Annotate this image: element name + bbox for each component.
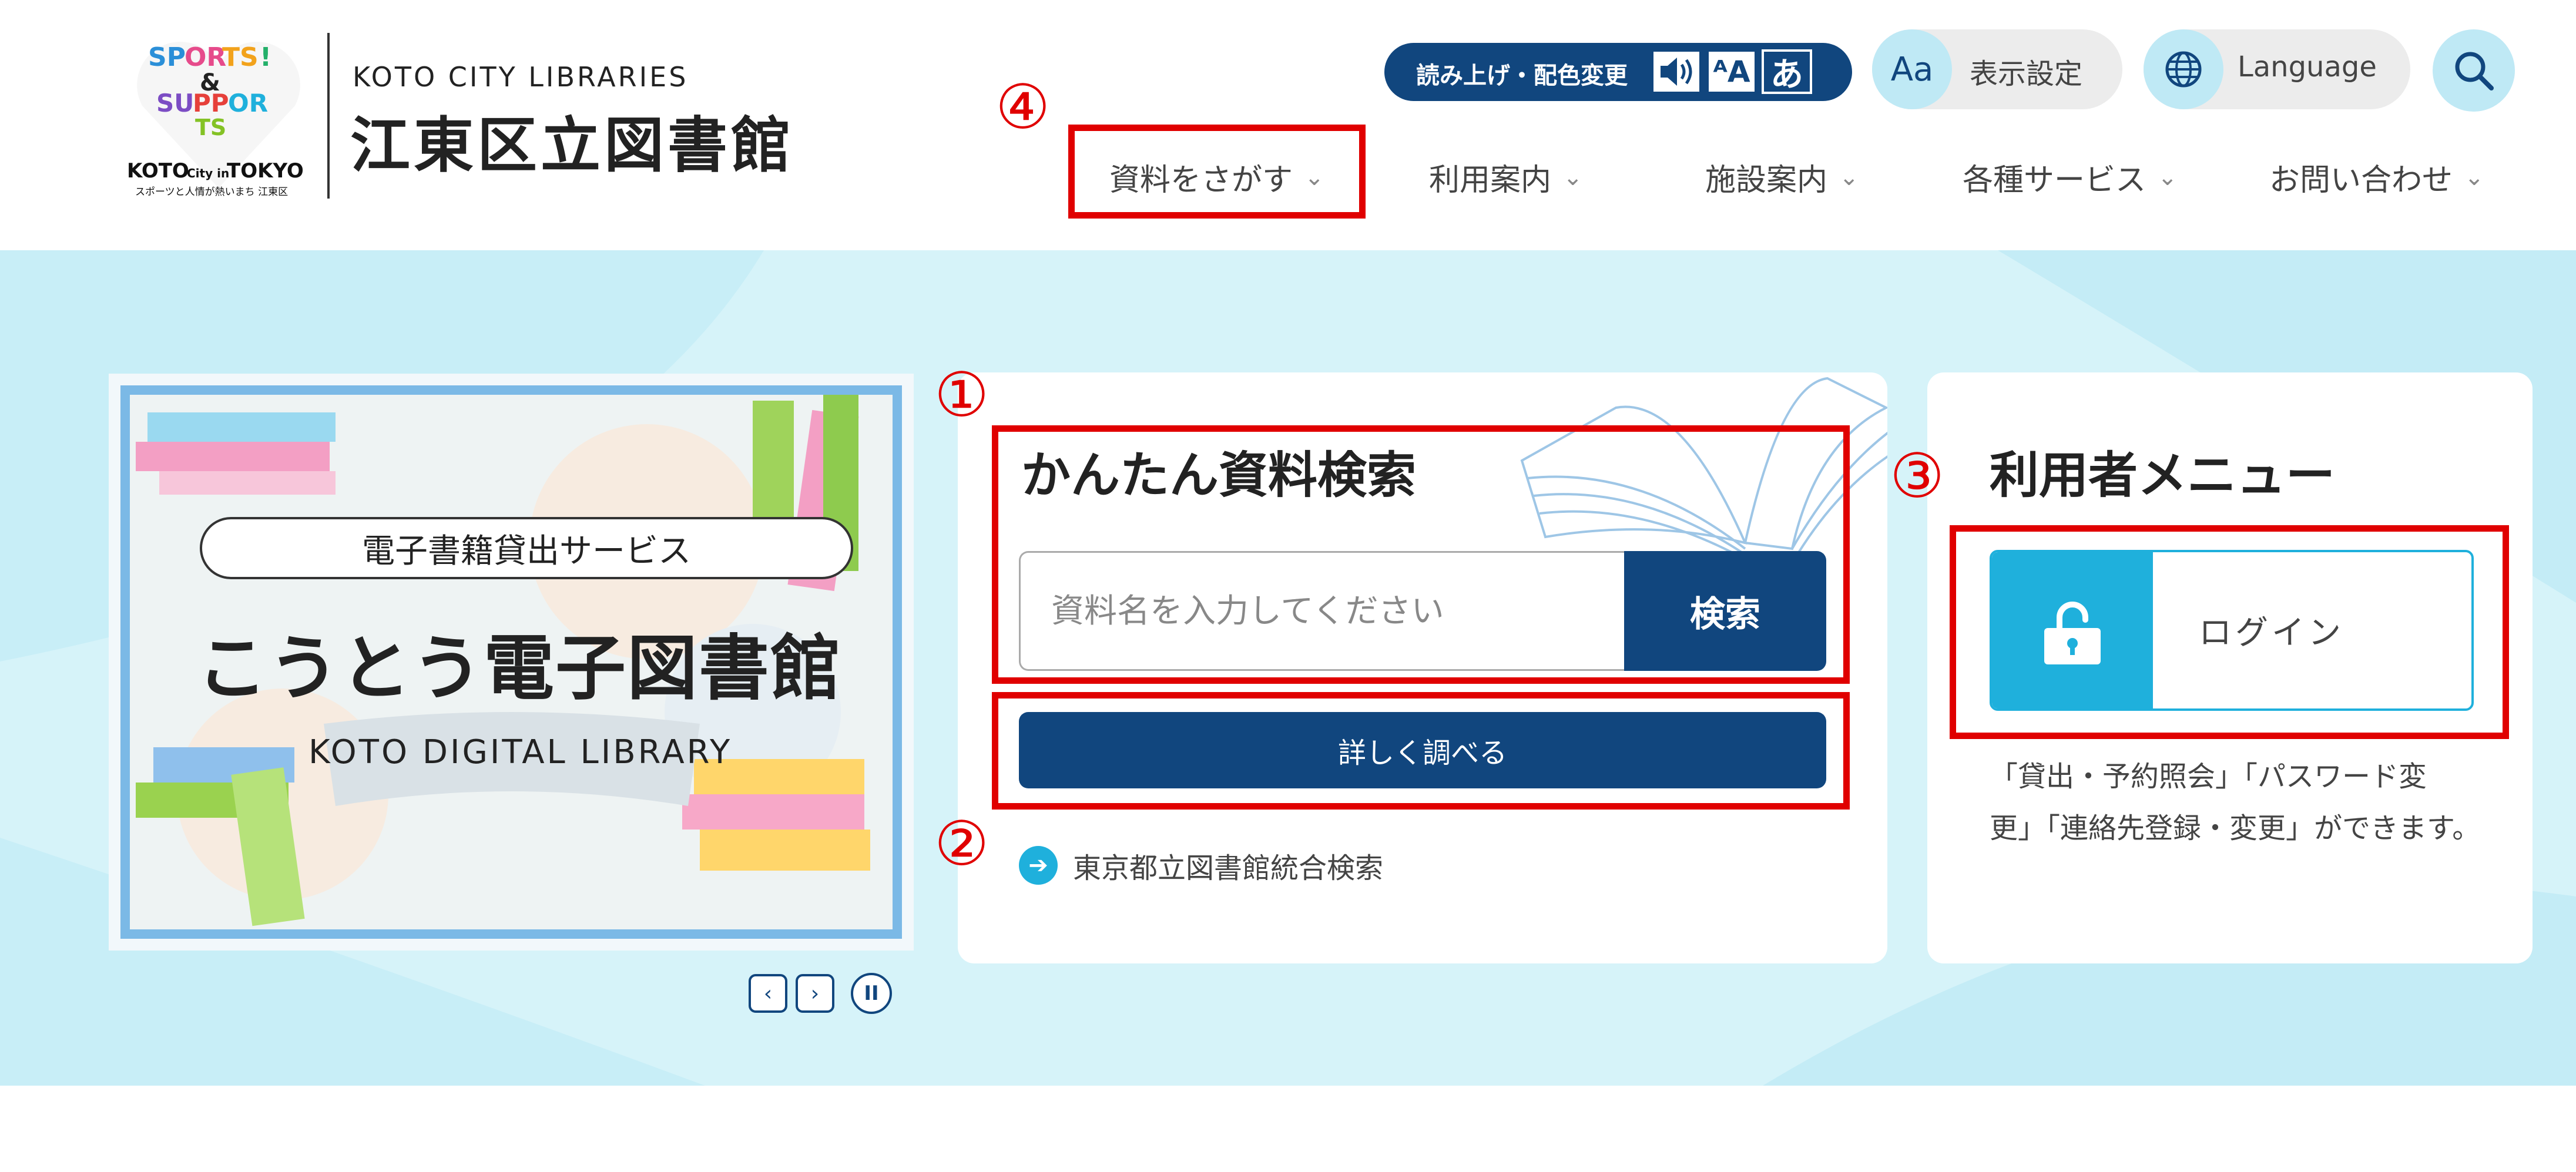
svg-text:SU: SU bbox=[156, 89, 194, 117]
search-icon bbox=[2455, 52, 2494, 90]
nav-item-contact[interactable]: お問い合わせ ⌄ bbox=[2269, 155, 2484, 199]
nav-item-usage-guide[interactable]: 利用案内 ⌄ bbox=[1429, 155, 1583, 199]
arrow-right-icon: ➔ bbox=[1019, 846, 1058, 885]
svg-text:TS: TS bbox=[195, 115, 226, 140]
svg-text:KOTO: KOTO bbox=[127, 159, 189, 183]
svg-text:TOKYO: TOKYO bbox=[227, 159, 304, 183]
globe-icon bbox=[2144, 29, 2223, 109]
svg-text:PP: PP bbox=[193, 89, 229, 117]
svg-text:SP: SP bbox=[148, 42, 186, 72]
user-menu-title: 利用者メニュー bbox=[1990, 446, 2336, 504]
carousel-prev-button[interactable]: ‹ bbox=[749, 974, 787, 1013]
carousel-next-button[interactable]: › bbox=[796, 974, 834, 1013]
chevron-down-icon: ⌄ bbox=[1839, 163, 1859, 191]
annotation-box-nav-search bbox=[1068, 125, 1366, 219]
carousel-pause-button[interactable]: II bbox=[851, 973, 892, 1014]
svg-text:OR: OR bbox=[228, 89, 268, 117]
chevron-down-icon: ⌄ bbox=[2464, 163, 2484, 191]
tokyo-library-search-link[interactable]: ➔ 東京都立図書館統合検索 bbox=[1019, 845, 1383, 886]
speaker-icon[interactable] bbox=[1651, 49, 1702, 94]
font-size-icon: Aa bbox=[1872, 29, 1952, 109]
nav-label: 施設案内 bbox=[1705, 163, 1828, 198]
nav-label: 各種サービス bbox=[1963, 163, 2146, 198]
read-aloud-label: 読み上げ・配色変更 bbox=[1416, 62, 1628, 89]
banner-speech-bubble: 電子書籍貸出サービス bbox=[200, 517, 853, 579]
language-label: Language bbox=[2238, 51, 2377, 83]
annotation-number-2: ② bbox=[934, 808, 990, 879]
display-settings-label: 表示設定 bbox=[1970, 58, 2083, 90]
annotation-box-login bbox=[1950, 525, 2509, 739]
chevron-down-icon: ⌄ bbox=[1563, 163, 1583, 191]
chevron-down-icon: ⌄ bbox=[2158, 163, 2178, 191]
svg-text:City in: City in bbox=[187, 166, 229, 180]
banner-subtitle: KOTO DIGITAL LIBRARY bbox=[308, 733, 733, 771]
hiragana-icon[interactable]: あ bbox=[1762, 49, 1812, 94]
site-subtitle: KOTO CITY LIBRARIES bbox=[353, 61, 689, 93]
tokyo-link-label: 東京都立図書館統合検索 bbox=[1073, 852, 1384, 885]
svg-text:OR: OR bbox=[185, 42, 226, 72]
site-title[interactable]: 江東区立図書館 bbox=[350, 98, 794, 184]
sports-supports-logo[interactable]: SP OR TS ! & SU PP OR TS KOTO City in TO… bbox=[125, 29, 313, 200]
nav-item-facilities[interactable]: 施設案内 ⌄ bbox=[1705, 155, 1859, 199]
svg-text:スポーツと人情が熱いまち 江東区: スポーツと人情が熱いまち 江東区 bbox=[135, 186, 288, 198]
annotation-number-1: ① bbox=[934, 359, 990, 431]
annotation-box-simple-search bbox=[992, 425, 1850, 684]
svg-text:TS: TS bbox=[222, 42, 259, 72]
text-spacing-icon[interactable]: ᴬA bbox=[1706, 49, 1757, 94]
nav-label: 利用案内 bbox=[1429, 163, 1552, 198]
annotation-box-advanced-search bbox=[992, 692, 1850, 810]
nav-label: お問い合わせ bbox=[2269, 163, 2453, 198]
svg-text:!: ! bbox=[260, 42, 271, 72]
annotation-number-3: ③ bbox=[1890, 440, 1945, 512]
nav-item-services[interactable]: 各種サービス ⌄ bbox=[1963, 155, 2178, 199]
user-menu-description: 「貸出・予約照会」「パスワード変更」「連絡先登録・変更」ができます。 bbox=[1990, 760, 2481, 845]
banner-title: こうとう電子図書館 bbox=[197, 628, 842, 710]
site-search-button[interactable] bbox=[2433, 29, 2515, 112]
logo-divider bbox=[327, 33, 330, 199]
annotation-number-4: ④ bbox=[995, 71, 1051, 143]
